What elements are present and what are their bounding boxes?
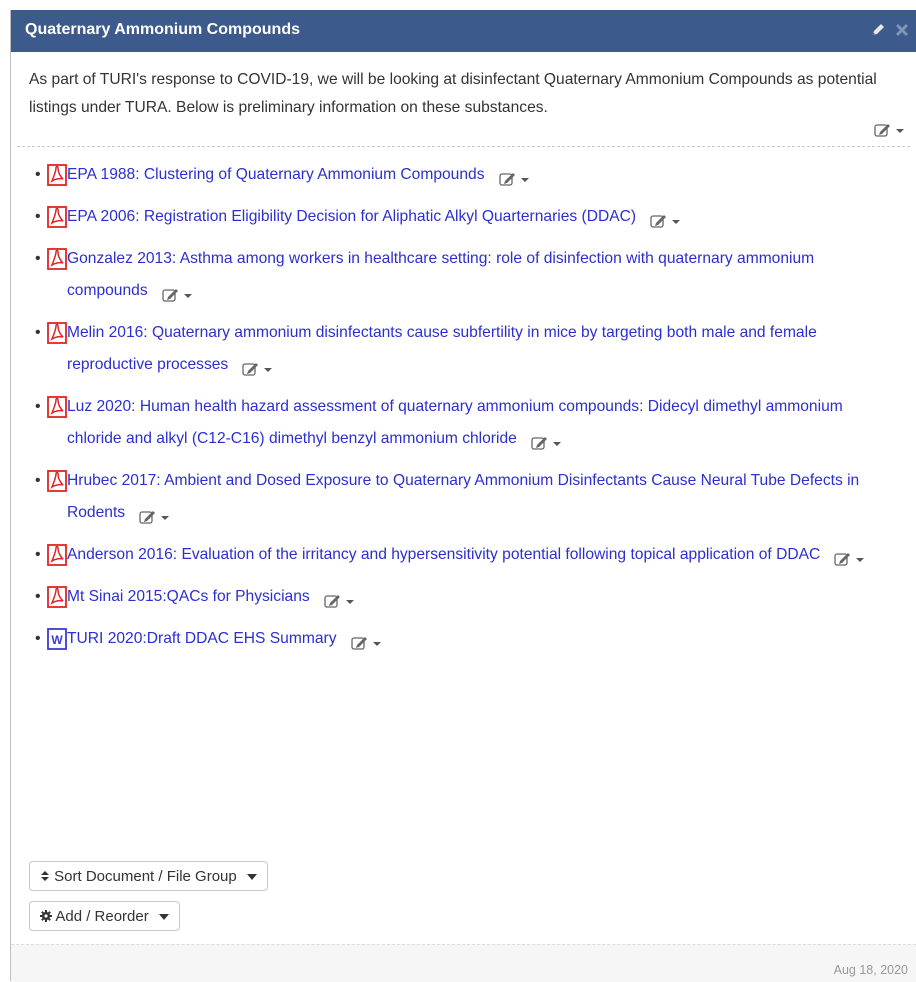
edit-dropdown-icon[interactable] — [139, 505, 173, 524]
sort-document-button[interactable]: Sort Document / File Group — [29, 861, 268, 891]
sort-button-label: Sort Document / File Group — [54, 868, 237, 885]
edit-dropdown-icon[interactable] — [350, 631, 385, 650]
intro-edit-row — [11, 122, 916, 146]
document-list-item: • EPA 2006: Registration Eligibility Deci… — [11, 201, 916, 233]
svg-text:W: W — [51, 633, 63, 647]
document-list-item: • Gonzalez 2013: Asthma among workers in … — [11, 243, 916, 307]
pdf-icon[interactable] — [47, 470, 67, 492]
header-tools — [868, 20, 912, 45]
document-list-item: • Melin 2016: Quaternary ammonium disinfe… — [11, 317, 916, 381]
bullet: • — [35, 472, 41, 489]
edit-dropdown-icon[interactable] — [531, 431, 565, 450]
pdf-icon[interactable] — [47, 164, 67, 186]
document-link[interactable]: EPA 2006: Registration Eligibility Decis… — [67, 208, 636, 225]
document-list-item: • Luz 2020: Human health hazard assessmen… — [11, 391, 916, 455]
edit-dropdown-icon[interactable] — [161, 283, 196, 302]
pdf-icon[interactable] — [47, 206, 67, 228]
edit-dropdown-icon[interactable] — [650, 209, 684, 228]
add-reorder-label: Add / Reorder — [55, 908, 149, 925]
document-link[interactable]: Luz 2020: Human health hazard assessment… — [67, 398, 843, 447]
pdf-icon[interactable] — [47, 248, 67, 270]
document-link[interactable]: Mt Sinai 2015:QACs for Physicians — [67, 588, 310, 605]
word-icon[interactable]: W — [47, 628, 67, 650]
document-list: • EPA 1988: Clustering of Quaternary Ammo… — [11, 147, 916, 655]
edit-dropdown-icon[interactable] — [498, 167, 533, 186]
edit-dropdown-icon[interactable] — [834, 547, 868, 566]
pdf-icon[interactable] — [47, 322, 67, 344]
bullet: • — [35, 166, 41, 183]
bullet: • — [35, 250, 41, 267]
chevron-down-icon — [158, 914, 169, 921]
document-link[interactable]: Hrubec 2017: Ambient and Dosed Exposure … — [67, 472, 859, 521]
close-icon[interactable] — [892, 20, 912, 40]
edit-dropdown-icon[interactable] — [242, 357, 276, 376]
gear-icon — [40, 908, 55, 925]
panel-header: Quaternary Ammonium Compounds — [11, 10, 916, 52]
add-reorder-button[interactable]: Add / Reorder — [29, 901, 180, 931]
quaternary-ammonium-panel: Quaternary Ammonium Compounds As part of… — [10, 10, 916, 982]
edit-dropdown-icon[interactable] — [324, 589, 358, 608]
document-list-item: • Mt Sinai 2015:QACs for Physicians — [11, 581, 916, 613]
document-link[interactable]: EPA 1988: Clustering of Quaternary Ammon… — [67, 166, 485, 183]
document-list-item: • Anderson 2016: Evaluation of the irrita… — [11, 539, 916, 571]
pdf-icon[interactable] — [47, 544, 67, 566]
pdf-icon[interactable] — [47, 396, 67, 418]
pdf-icon[interactable] — [47, 586, 67, 608]
edit-dropdown-icon[interactable] — [874, 122, 908, 138]
pencil-icon[interactable] — [868, 20, 888, 40]
sort-icon — [40, 868, 54, 885]
bullet: • — [35, 208, 41, 225]
panel-footer: Aug 18, 2020 — [11, 944, 916, 982]
document-list-item: • EPA 1988: Clustering of Quaternary Ammo… — [11, 159, 916, 191]
panel-title: Quaternary Ammonium Compounds — [25, 21, 300, 38]
bullet: • — [35, 588, 41, 605]
bullet: • — [35, 630, 41, 647]
bullet: • — [35, 398, 41, 415]
document-link[interactable]: TURI 2020:Draft DDAC EHS Summary — [67, 630, 337, 647]
document-link[interactable]: Melin 2016: Quaternary ammonium disinfec… — [67, 324, 817, 373]
document-list-item: • W TURI 2020:Draft DDAC EHS Summary — [11, 623, 916, 655]
document-list-item: • Hrubec 2017: Ambient and Dosed Exposure… — [11, 465, 916, 529]
bullet: • — [35, 324, 41, 341]
intro-text: As part of TURI's response to COVID-19, … — [29, 71, 877, 116]
bullet: • — [35, 546, 41, 563]
last-updated-date: Aug 18, 2020 — [833, 963, 908, 977]
chevron-down-icon — [246, 874, 257, 881]
document-link[interactable]: Anderson 2016: Evaluation of the irritan… — [67, 546, 820, 563]
